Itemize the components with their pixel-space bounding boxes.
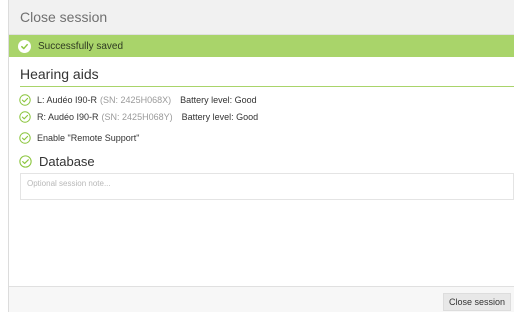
- banner-text: Successfully saved: [38, 40, 124, 52]
- device-row-left: L: Audéo I90-R (SN: 2425H068X) Battery l…: [19, 94, 257, 106]
- check-circle-icon: [18, 39, 31, 53]
- device-serial: (SN: 2425H068X): [100, 95, 172, 105]
- success-banner: Successfully saved: [9, 35, 514, 57]
- close-session-dialog: Close session Successfully saved Hearing…: [8, 0, 514, 312]
- section-divider: [20, 86, 514, 87]
- database-title: Database: [39, 154, 95, 169]
- remote-support-label: Enable "Remote Support": [37, 133, 140, 143]
- battery-status: Battery level: Good: [181, 112, 259, 122]
- dialog-footer: Close session: [9, 286, 514, 312]
- dialog-titlebar: Close session: [9, 0, 514, 35]
- device-row-right: R: Audéo I90-R (SN: 2425H068Y) Battery l…: [19, 111, 258, 123]
- remote-support-row: Enable "Remote Support": [19, 132, 139, 144]
- hearing-aids-title: Hearing aids: [20, 66, 99, 82]
- session-note-input[interactable]: [20, 173, 514, 200]
- database-row: Database: [19, 154, 95, 169]
- device-name: R: Audéo I90-R: [37, 112, 99, 122]
- close-session-button[interactable]: Close session: [442, 293, 511, 311]
- check-circle-outline-icon: [19, 132, 31, 144]
- dialog-title: Close session: [20, 9, 108, 25]
- device-name: L: Audéo I90-R: [37, 95, 98, 105]
- battery-status: Battery level: Good: [180, 95, 257, 105]
- check-circle-outline-icon: [19, 111, 31, 123]
- check-circle-outline-icon: [19, 155, 32, 168]
- device-serial: (SN: 2425H068Y): [101, 112, 173, 122]
- check-circle-outline-icon: [19, 94, 31, 106]
